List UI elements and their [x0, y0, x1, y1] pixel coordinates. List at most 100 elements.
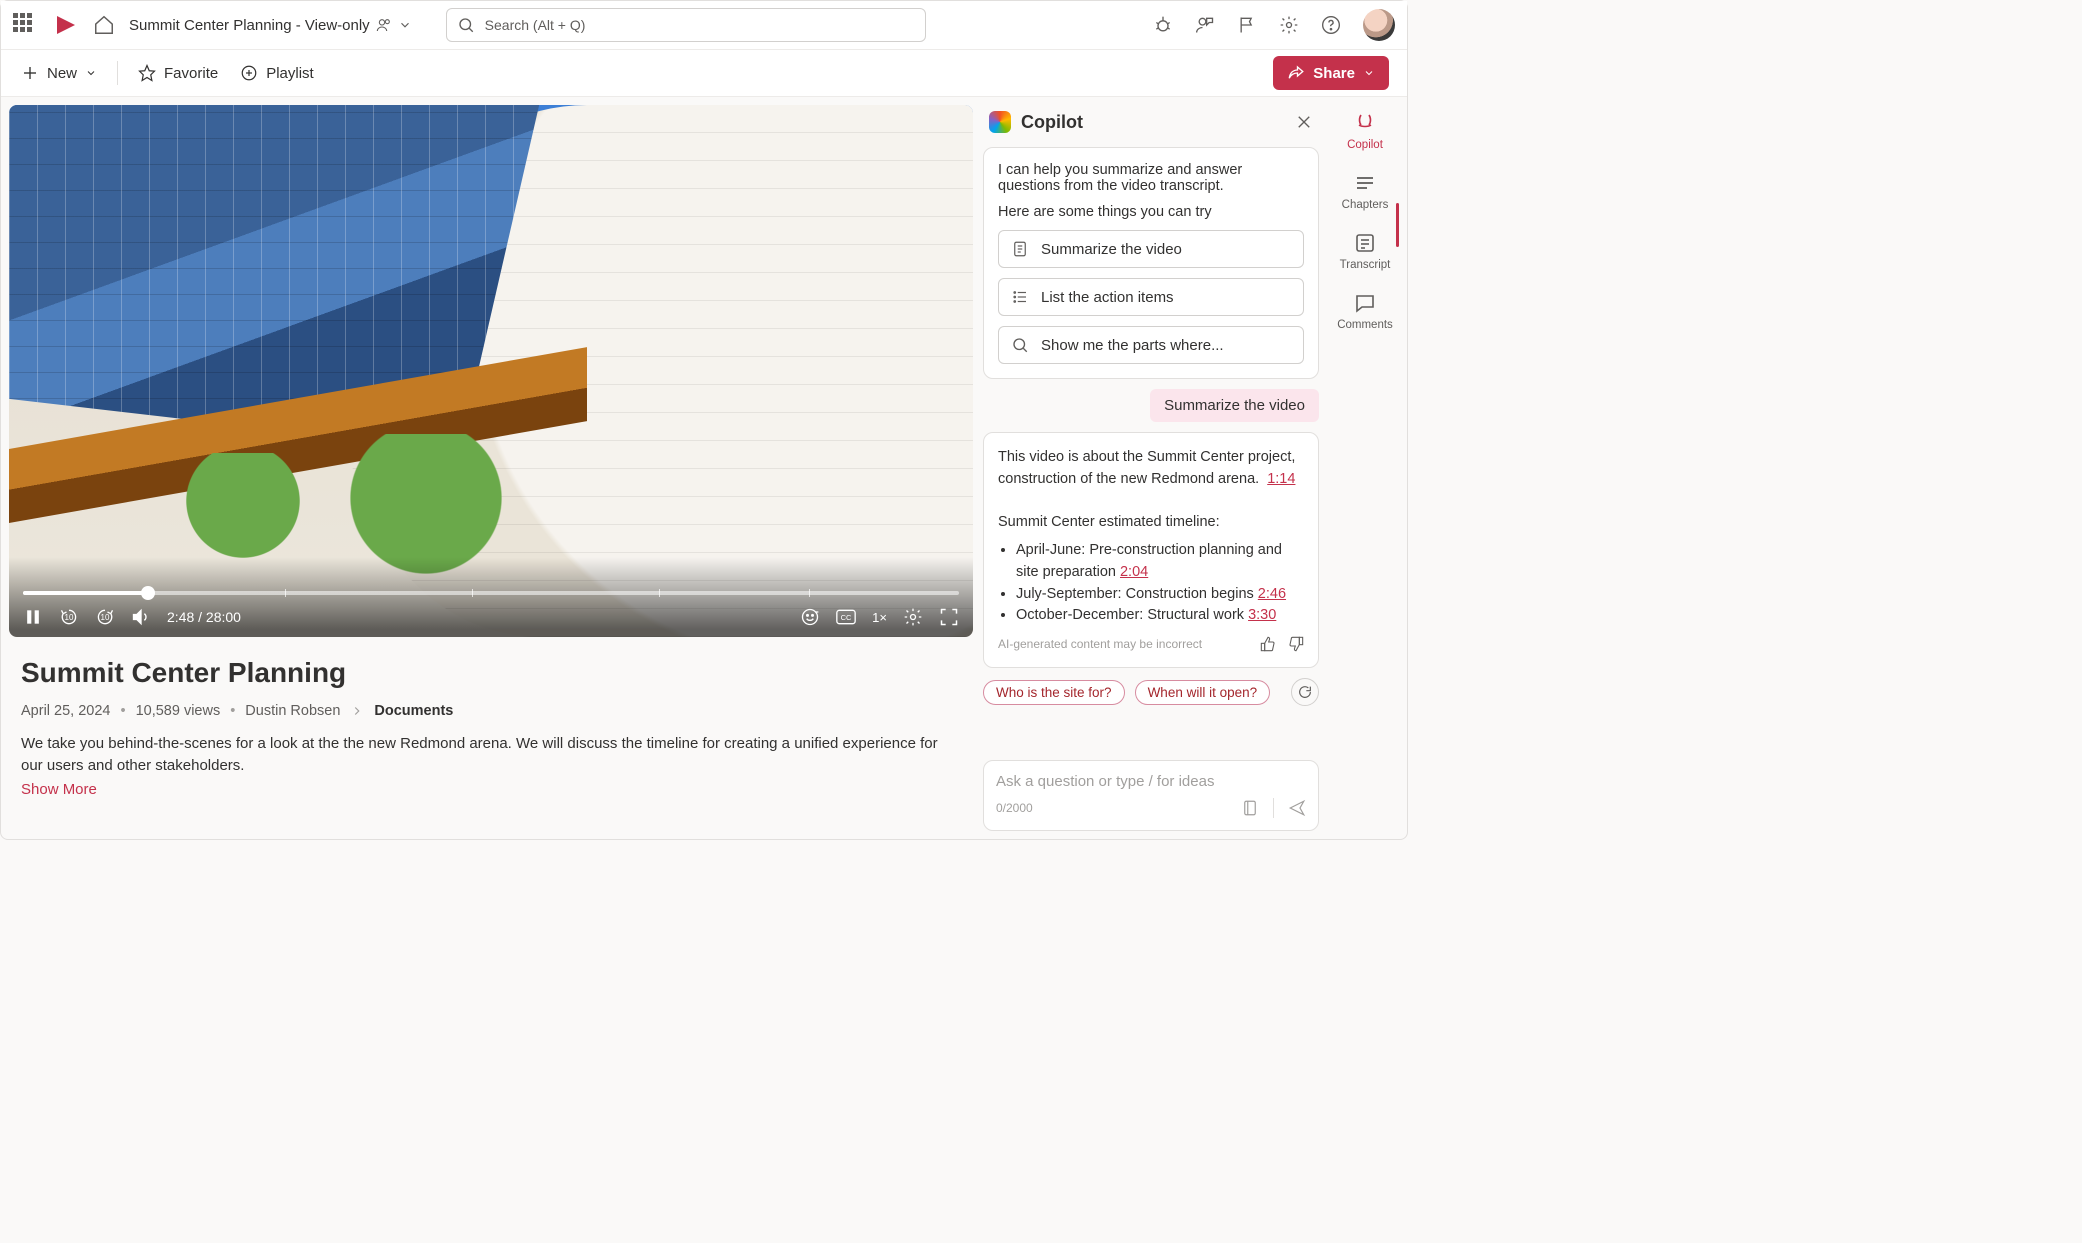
search-icon: [1011, 336, 1029, 354]
rail-active-indicator: [1396, 203, 1399, 247]
share-label: Share: [1313, 65, 1355, 82]
thumbs-up-icon[interactable]: [1260, 636, 1276, 652]
timeline-item: October-December: Structural work 3:30: [1016, 605, 1304, 627]
breadcrumb-location[interactable]: Documents: [374, 703, 453, 719]
chip-when[interactable]: When will it open?: [1135, 680, 1271, 705]
player-controls: 10 10 2:48 / 28:00 CC 1×: [9, 557, 973, 637]
video-description: We take you behind-the-scenes for a look…: [21, 733, 941, 777]
forward-10-icon[interactable]: 10: [95, 607, 115, 627]
ask-input[interactable]: [996, 773, 1306, 790]
ask-box: 0/2000: [983, 760, 1319, 831]
timestamp-link[interactable]: 2:04: [1120, 564, 1148, 580]
bug-icon[interactable]: [1153, 15, 1173, 35]
pause-icon[interactable]: [23, 607, 43, 627]
suggestion-parts-where-label: Show me the parts where...: [1041, 337, 1224, 354]
seek-bar[interactable]: [23, 591, 959, 595]
chevron-down-icon: [398, 18, 412, 32]
suggestion-action-items[interactable]: List the action items: [998, 278, 1304, 316]
response-heading: Summit Center estimated timeline:: [998, 512, 1304, 534]
copilot-try-label: Here are some things you can try: [998, 204, 1304, 220]
favorite-label: Favorite: [164, 65, 218, 82]
copilot-intro-text: I can help you summarize and answer ques…: [998, 162, 1304, 194]
document-title-text: Summit Center Planning - View-only: [129, 17, 370, 34]
rewind-10-icon[interactable]: 10: [59, 607, 79, 627]
copilot-pane: Copilot I can help you summarize and ans…: [983, 105, 1319, 831]
suggestion-action-items-label: List the action items: [1041, 289, 1174, 306]
suggestion-parts-where[interactable]: Show me the parts where...: [998, 326, 1304, 364]
right-rail: Copilot Chapters Transcript Comments: [1329, 105, 1399, 831]
gear-icon[interactable]: [1279, 15, 1299, 35]
main-area: 10 10 2:48 / 28:00 CC 1× Summit Center P…: [1, 97, 1407, 839]
shared-with-icon: [376, 17, 392, 33]
new-label: New: [47, 65, 77, 82]
video-date: April 25, 2024: [21, 703, 110, 719]
chevron-down-icon: [85, 67, 97, 79]
chapter-marker[interactable]: [809, 589, 810, 597]
separator: [117, 61, 118, 85]
show-more-link[interactable]: Show More: [21, 781, 961, 798]
rail-transcript-label: Transcript: [1340, 259, 1391, 271]
video-author[interactable]: Dustin Robsen: [245, 703, 340, 719]
seek-progress: [23, 591, 148, 595]
copilot-intro-card: I can help you summarize and answer ques…: [983, 147, 1319, 379]
rail-chapters-label: Chapters: [1342, 199, 1389, 211]
transcript-icon: [1353, 231, 1377, 255]
playback-rate[interactable]: 1×: [872, 610, 887, 625]
refresh-icon[interactable]: [1291, 678, 1319, 706]
timestamp-link[interactable]: 3:30: [1248, 607, 1276, 623]
chapter-marker[interactable]: [659, 589, 660, 597]
timestamp-link[interactable]: 1:14: [1267, 471, 1295, 487]
plus-icon: [21, 64, 39, 82]
rail-comments-label: Comments: [1337, 319, 1393, 331]
timeline-item: July-September: Construction begins 2:46: [1016, 584, 1304, 606]
chapter-marker[interactable]: [285, 589, 286, 597]
fullscreen-icon[interactable]: [939, 607, 959, 627]
seek-thumb[interactable]: [141, 586, 155, 600]
rail-copilot[interactable]: Copilot: [1347, 111, 1383, 151]
home-icon[interactable]: [93, 14, 115, 36]
new-button[interactable]: New: [19, 60, 99, 86]
captions-icon[interactable]: CC: [836, 607, 856, 627]
video-metadata: Summit Center Planning April 25, 2024 • …: [9, 637, 973, 798]
send-icon[interactable]: [1288, 799, 1306, 817]
chevron-right-icon: [350, 704, 364, 718]
help-icon[interactable]: [1321, 15, 1341, 35]
search-placeholder: Search (Alt + Q): [485, 17, 586, 33]
flag-icon[interactable]: [1237, 15, 1257, 35]
notebook-icon[interactable]: [1241, 799, 1259, 817]
thumbs-down-icon[interactable]: [1288, 636, 1304, 652]
playlist-label: Playlist: [266, 65, 314, 82]
video-title: Summit Center Planning: [21, 657, 961, 689]
playlist-button[interactable]: Playlist: [238, 60, 316, 86]
chapter-marker[interactable]: [472, 589, 473, 597]
user-message: Summarize the video: [1150, 389, 1319, 422]
chip-who[interactable]: Who is the site for?: [983, 680, 1125, 705]
app-launcher-icon[interactable]: [13, 13, 37, 37]
suggestion-summarize[interactable]: Summarize the video: [998, 230, 1304, 268]
timestamp-link[interactable]: 2:46: [1258, 586, 1286, 602]
rail-comments[interactable]: Comments: [1337, 291, 1393, 331]
rail-chapters[interactable]: Chapters: [1342, 171, 1389, 211]
person-feedback-icon[interactable]: [1195, 15, 1215, 35]
video-player[interactable]: 10 10 2:48 / 28:00 CC 1×: [9, 105, 973, 637]
copilot-icon: [1353, 111, 1377, 135]
document-title[interactable]: Summit Center Planning - View-only: [129, 17, 412, 34]
followup-chips: Who is the site for? When will it open?: [983, 678, 1319, 706]
reactions-icon[interactable]: [800, 607, 820, 627]
close-icon[interactable]: [1295, 113, 1313, 131]
copilot-logo-icon: [989, 111, 1011, 133]
avatar[interactable]: [1363, 9, 1395, 41]
rail-copilot-label: Copilot: [1347, 139, 1383, 151]
share-icon: [1287, 64, 1305, 82]
star-icon: [138, 64, 156, 82]
share-button[interactable]: Share: [1273, 56, 1389, 90]
search-input[interactable]: Search (Alt + Q): [446, 8, 926, 42]
rail-transcript[interactable]: Transcript: [1340, 231, 1391, 271]
search-icon: [457, 16, 475, 34]
favorite-button[interactable]: Favorite: [136, 60, 220, 86]
list-icon: [1011, 288, 1029, 306]
chapters-icon: [1353, 171, 1377, 195]
volume-icon[interactable]: [131, 607, 151, 627]
settings-icon[interactable]: [903, 607, 923, 627]
stream-logo-icon[interactable]: [51, 11, 79, 39]
